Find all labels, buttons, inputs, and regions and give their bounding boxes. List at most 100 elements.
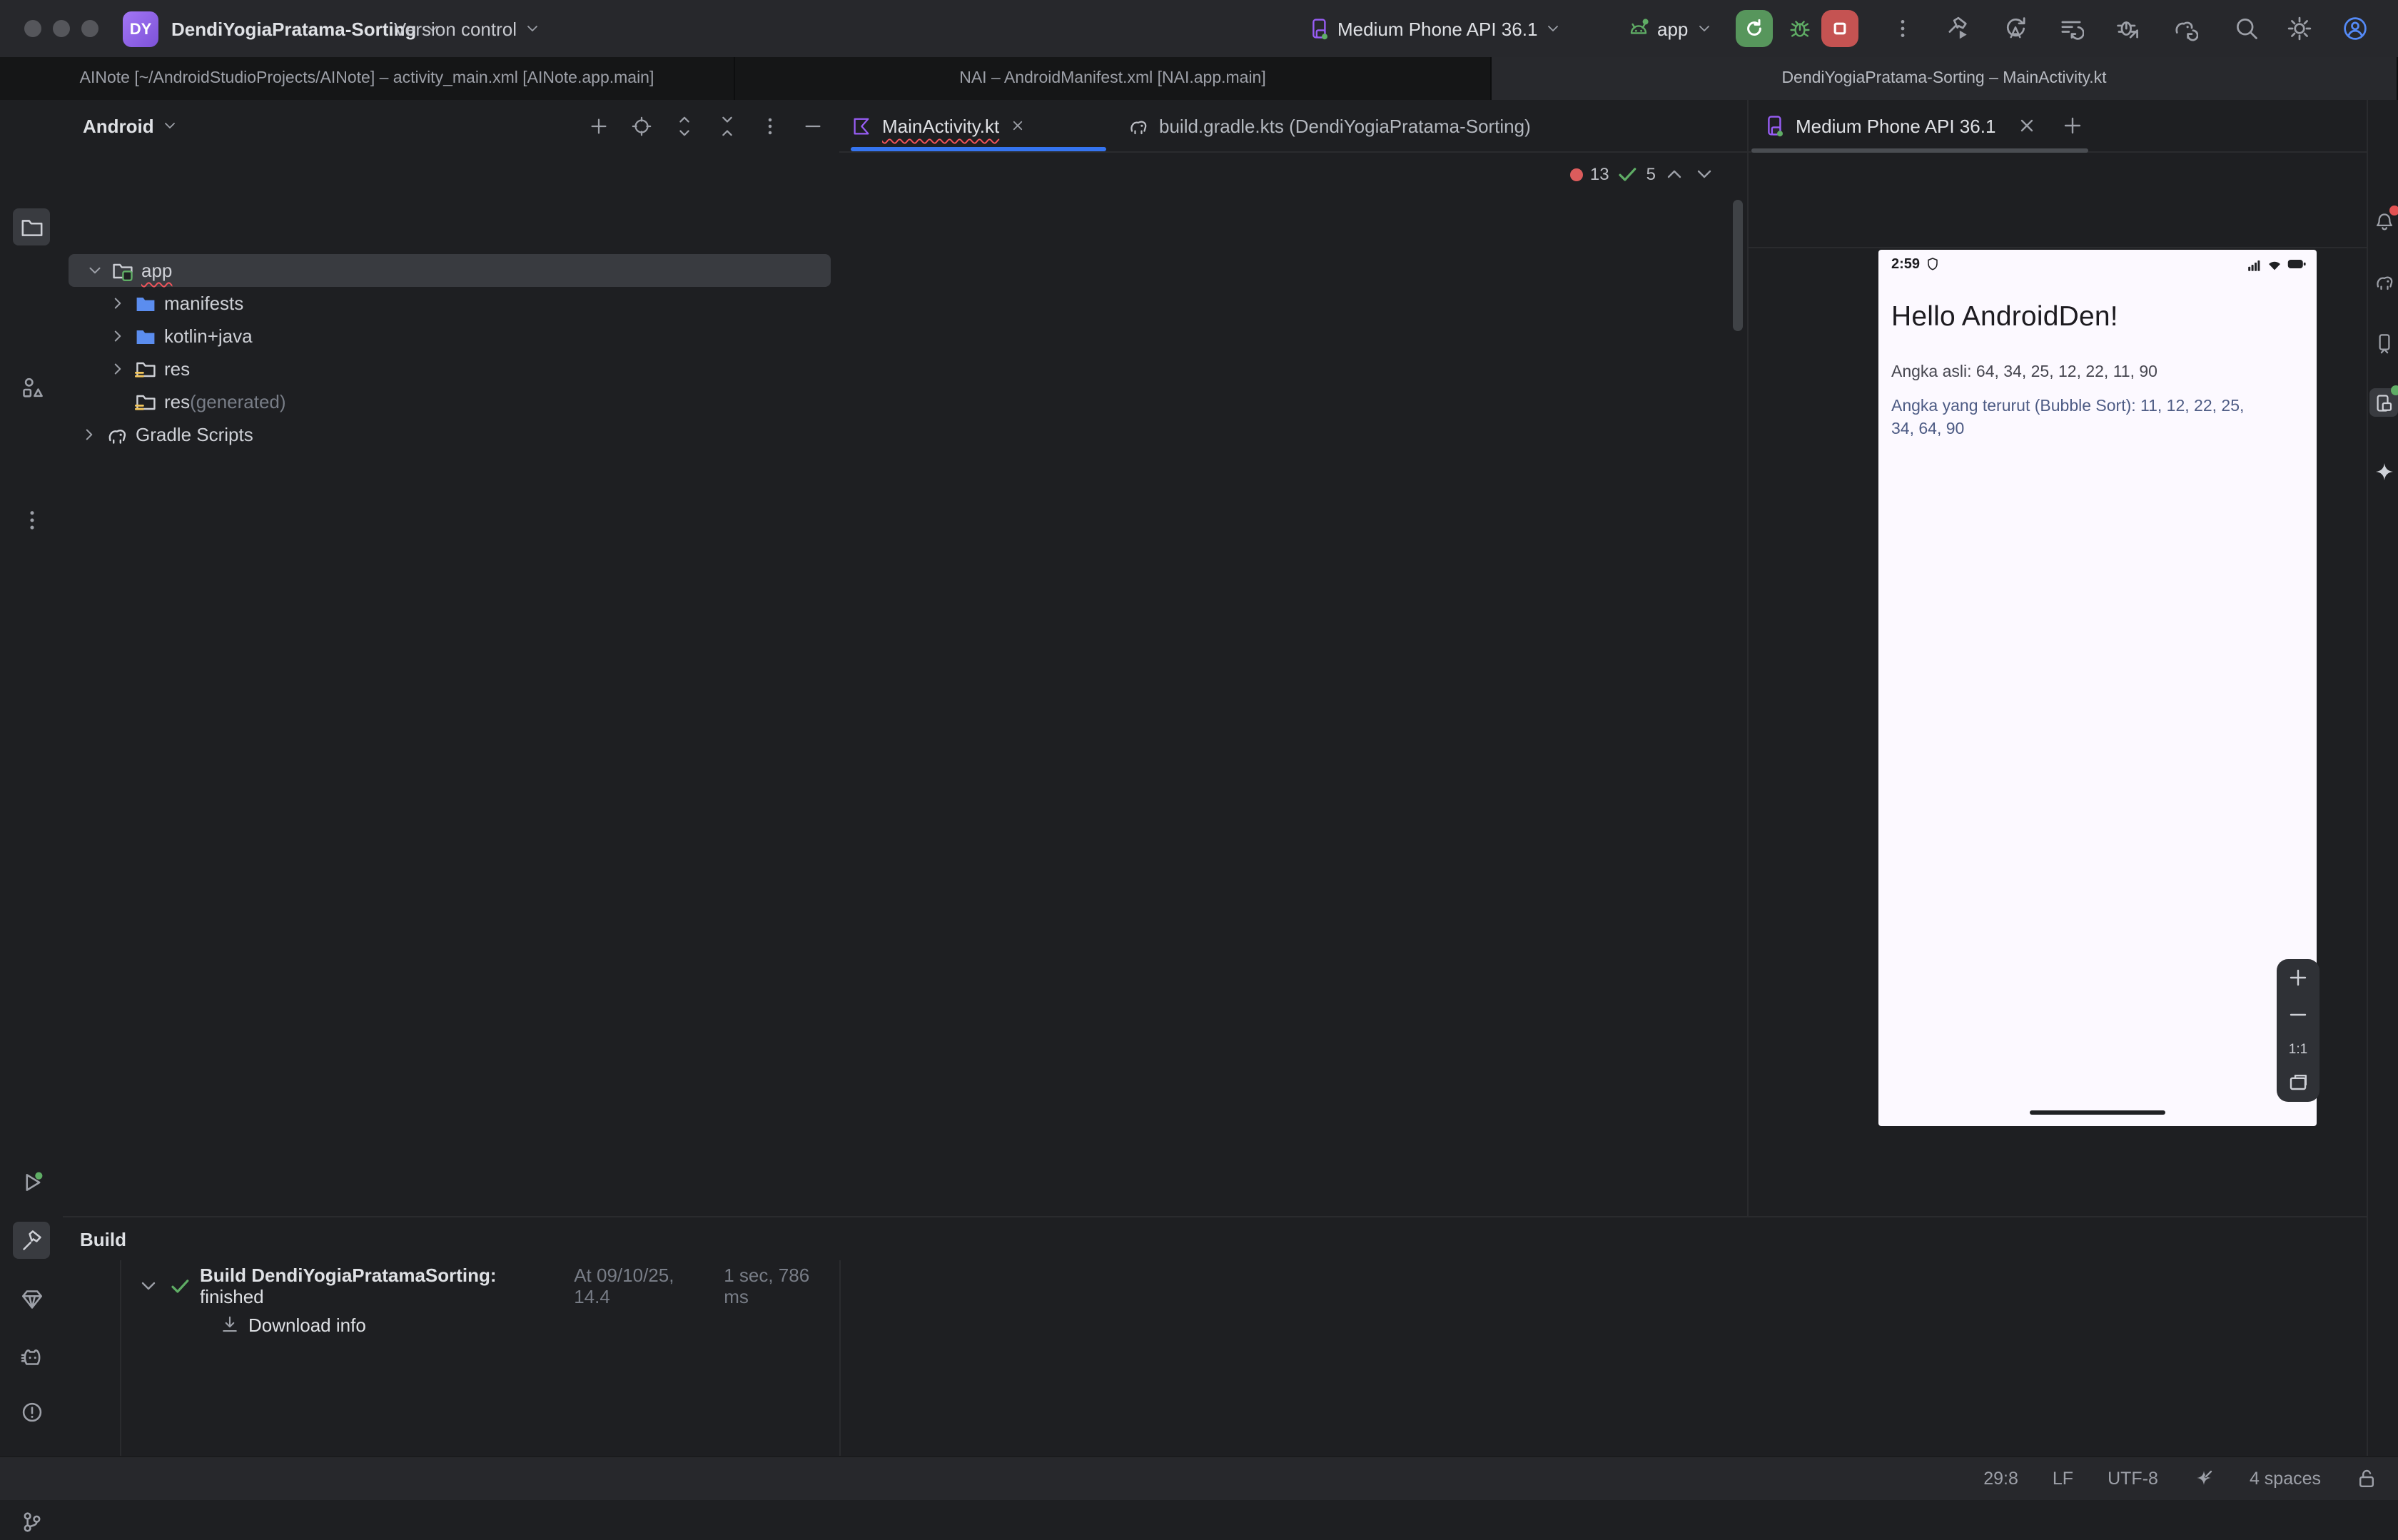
stripe-run-button[interactable] bbox=[13, 1163, 50, 1200]
rerun-button[interactable] bbox=[1736, 10, 1773, 47]
project-collapse-all-button[interactable] bbox=[711, 110, 742, 141]
chev-r-icon bbox=[108, 327, 127, 345]
tree-chevron[interactable] bbox=[108, 360, 131, 378]
debug-button[interactable] bbox=[1781, 10, 1818, 47]
stripe-version-control-button[interactable] bbox=[13, 1503, 50, 1540]
stripe-logcat-button[interactable] bbox=[13, 1339, 50, 1376]
device-name: Medium Phone API 36.1 bbox=[1337, 18, 1537, 39]
zoom-fit-button[interactable] bbox=[2287, 1072, 2310, 1095]
tree-item-suffix: (generated) bbox=[190, 391, 285, 412]
tree-item-Gradle-Scripts[interactable]: Gradle Scripts bbox=[63, 418, 839, 451]
tree-chevron[interactable] bbox=[108, 294, 131, 313]
collapse-all-icon bbox=[716, 115, 737, 136]
device-screen[interactable]: 2:59 Hello AndroidDen! Angka asli: 64, 3… bbox=[1878, 250, 2317, 1126]
window-tab-3[interactable]: DendiYogiaPratama-Sorting – MainActivity… bbox=[1492, 57, 2398, 100]
device-selector[interactable]: Medium Phone API 36.1 bbox=[1307, 0, 1562, 57]
download-info-label: Download info bbox=[248, 1314, 366, 1335]
project-expand-all-button[interactable] bbox=[668, 110, 699, 141]
stripe-more-button[interactable] bbox=[13, 501, 50, 538]
chevron-down-icon bbox=[1695, 20, 1712, 37]
search-button[interactable] bbox=[2231, 13, 2262, 44]
run-configuration-selector[interactable]: app bbox=[1627, 0, 1712, 57]
status-bar: 29:8 LF UTF-8 4 spaces bbox=[0, 1456, 2398, 1500]
stripe-problems-button[interactable] bbox=[13, 1393, 50, 1430]
tree-item-res[interactable]: res bbox=[63, 353, 839, 385]
phone-clock: 2:59 bbox=[1891, 256, 1920, 272]
stop-button[interactable] bbox=[1821, 10, 1858, 47]
close-button[interactable] bbox=[2015, 114, 2038, 137]
more-icon bbox=[19, 507, 44, 532]
project-more-button[interactable] bbox=[754, 110, 785, 141]
build-download-info-row[interactable]: Download info bbox=[220, 1307, 366, 1342]
account-button[interactable] bbox=[2339, 13, 2371, 44]
zoom-in-button[interactable] bbox=[2287, 966, 2310, 989]
build-run-button[interactable] bbox=[1943, 13, 1974, 44]
zoom-reset-button[interactable]: 1:1 bbox=[2289, 1041, 2307, 1057]
tree-chevron[interactable] bbox=[86, 261, 108, 280]
project-badge: DY bbox=[123, 11, 158, 47]
vcs-widget[interactable]: Version control bbox=[394, 0, 541, 57]
indent-setting[interactable]: 4 spaces bbox=[2250, 1469, 2321, 1489]
window-close-button[interactable] bbox=[24, 20, 41, 37]
attach-debugger-icon bbox=[2115, 16, 2141, 41]
build-icon bbox=[19, 1228, 44, 1252]
logcat-icon bbox=[19, 1345, 44, 1369]
window-tab-1[interactable]: AINote [~/AndroidStudioProjects/AINote] … bbox=[0, 57, 735, 100]
expand-all-icon bbox=[673, 115, 694, 136]
tree-chevron[interactable] bbox=[80, 425, 103, 444]
stripe-gemini-button[interactable] bbox=[2369, 457, 2398, 485]
device-tab-label[interactable]: Medium Phone API 36.1 bbox=[1796, 115, 1995, 136]
ai-assistant-off-button[interactable] bbox=[2192, 1467, 2215, 1490]
build-console[interactable] bbox=[839, 1260, 2154, 1457]
editor-tab-label: MainActivity.kt bbox=[882, 115, 999, 136]
window-tab-2[interactable]: NAI – AndroidManifest.xml [NAI.app.main] bbox=[735, 57, 1492, 100]
editor-scrollbar[interactable] bbox=[1733, 200, 1743, 331]
file-encoding[interactable]: UTF-8 bbox=[2108, 1469, 2158, 1489]
zoom-out-button[interactable] bbox=[2287, 1004, 2310, 1027]
editor-tab-mainactivity[interactable]: MainActivity.kt bbox=[851, 100, 1026, 151]
chev-d-icon bbox=[1544, 20, 1562, 37]
stripe-device-explorer-button[interactable] bbox=[2369, 328, 2398, 357]
caret-position[interactable]: 29:8 bbox=[1983, 1469, 2018, 1489]
bug-icon bbox=[1789, 17, 1811, 40]
editor-error-stripe[interactable] bbox=[1729, 151, 1747, 1216]
stripe-app-insights-button[interactable] bbox=[13, 1280, 50, 1317]
line-ending[interactable]: LF bbox=[2053, 1469, 2073, 1489]
build-result-status: finished bbox=[200, 1286, 264, 1307]
tree-item-manifests[interactable]: manifests bbox=[63, 287, 839, 320]
stripe-project-button[interactable] bbox=[13, 208, 50, 245]
run-more-actions-button[interactable] bbox=[1887, 10, 1918, 47]
check-icon bbox=[168, 1275, 191, 1297]
stripe-notifications-button[interactable] bbox=[2369, 207, 2398, 235]
code-editor[interactable] bbox=[839, 151, 1729, 1216]
stripe-resource-manager-button[interactable] bbox=[13, 368, 50, 405]
window-zoom-button[interactable] bbox=[81, 20, 98, 37]
profiler-button[interactable] bbox=[2055, 13, 2087, 44]
attach-debugger-button[interactable] bbox=[2113, 13, 2144, 44]
tree-chevron[interactable] bbox=[108, 327, 131, 345]
sync-alt-button[interactable] bbox=[2000, 13, 2031, 44]
settings-button[interactable] bbox=[2284, 13, 2315, 44]
project-view-selector[interactable]: Android bbox=[83, 115, 178, 136]
stripe-build-button[interactable] bbox=[13, 1222, 50, 1259]
tree-item-res[interactable]: res (generated) bbox=[63, 385, 839, 418]
stripe-running-devices-button[interactable] bbox=[2369, 388, 2398, 417]
project-hide-button[interactable] bbox=[796, 110, 828, 141]
gesture-bar bbox=[2030, 1110, 2165, 1115]
editor-tab-bar: MainActivity.kt build.gradle.kts (DendiYo… bbox=[839, 100, 1747, 153]
tree-item-app[interactable]: app bbox=[69, 254, 831, 287]
stripe-gradle-button[interactable] bbox=[2369, 267, 2398, 295]
chev-d-icon bbox=[86, 261, 104, 280]
file-writable-button[interactable] bbox=[2355, 1467, 2378, 1490]
editor-tab-buildgradle[interactable]: build.gradle.kts (DendiYogiaPratama-Sort… bbox=[1128, 100, 1531, 151]
window-minimize-button[interactable] bbox=[53, 20, 70, 37]
build-result-name: Build DendiYogiaPratamaSorting: bbox=[200, 1265, 497, 1286]
gradle-sync-button[interactable] bbox=[2170, 13, 2201, 44]
tree-item-label: res bbox=[164, 358, 190, 380]
build-result-row[interactable]: Build DendiYogiaPratamaSorting: finished… bbox=[137, 1269, 839, 1303]
close-tab-button[interactable] bbox=[1009, 117, 1026, 134]
project-locate-button[interactable] bbox=[625, 110, 657, 141]
tree-item-kotlin-java[interactable]: kotlin+java bbox=[63, 320, 839, 353]
hide-icon bbox=[801, 115, 823, 136]
project-add-button[interactable] bbox=[582, 110, 614, 141]
